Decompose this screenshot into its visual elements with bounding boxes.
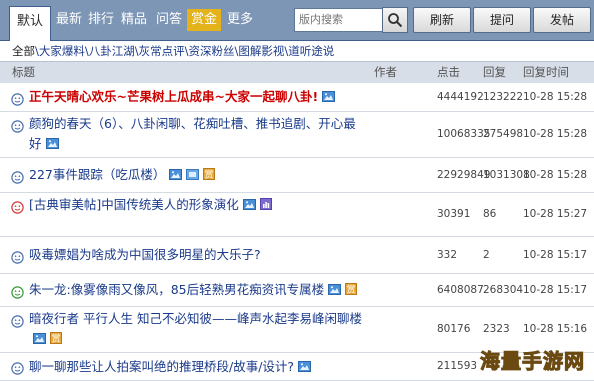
picture-icon <box>242 196 256 216</box>
search-icon <box>388 13 403 28</box>
smiley-icon <box>11 249 24 264</box>
click-count: 6408087 <box>437 284 484 296</box>
thread-title[interactable]: 227事件跟踪（吃瓜楼） 赏 <box>29 165 364 186</box>
reply-time: 10-28 15:17 <box>523 284 588 296</box>
category-all[interactable]: 全部 <box>12 44 35 58</box>
reply-time: 10-28 15:28 <box>523 169 588 181</box>
smiley-icon <box>11 284 24 299</box>
header-title: 标题 <box>12 65 35 79</box>
thread-title[interactable]: 暗夜行者 平行人生 知己不必知彼——峰声水起李易峰闲聊楼赏 <box>29 309 364 350</box>
thread-title[interactable]: [古典审美帖]中国传统美人的形象演化 <box>29 195 364 216</box>
reply-time: 10-28 15:28 <box>523 128 588 140</box>
search-button[interactable] <box>382 7 408 33</box>
watermark-logo: 海量手游网 <box>480 349 585 374</box>
reply-count: 268304 <box>483 284 524 296</box>
smiley-icon <box>11 118 24 133</box>
thread-title[interactable]: 正午天晴心欢乐~芒果树上瓜成串~大家一起聊八卦! <box>29 87 364 108</box>
table-row[interactable]: 正午天晴心欢乐~芒果树上瓜成串~大家一起聊八卦! 4444192 123222 10-… <box>0 83 594 112</box>
picture-icon <box>328 281 342 301</box>
smiley-icon <box>11 360 24 375</box>
reply-count: 86 <box>483 208 497 220</box>
chart-icon <box>259 196 272 216</box>
header-replies: 回复 <box>483 65 506 79</box>
reply-time: 10-28 15:17 <box>523 249 588 261</box>
thread-title-text: 吸毒嫖娼为啥成为中国很多明星的大乐子? <box>29 247 261 262</box>
svg-text:赏: 赏 <box>51 332 60 344</box>
header-clicks: 点击 <box>437 65 460 79</box>
category-item[interactable]: 八卦江湖 <box>89 44 135 58</box>
smiley-icon <box>11 313 24 328</box>
thread-title-text: 227事件跟踪（吃瓜楼） <box>29 167 166 182</box>
category-item[interactable]: 图解影视 <box>238 44 284 58</box>
thread-title-text: 聊一聊那些让人拍案叫绝的推理桥段/故事/设计? <box>29 359 295 374</box>
table-row[interactable]: 吸毒嫖娼为啥成为中国很多明星的大乐子? 332 2 10-28 15:17 <box>0 237 594 274</box>
thread-title-text: 朱一龙:像雾像雨又像风，85后轻熟男花痴资讯专属楼 <box>29 282 325 297</box>
reply-count: 2323 <box>483 323 510 335</box>
table-row[interactable]: [古典审美帖]中国传统美人的形象演化 30391 86 10-28 15:27 <box>0 193 594 237</box>
reply-time: 10-28 15:16 <box>523 323 588 335</box>
picture-icon <box>298 358 312 378</box>
click-count: 30391 <box>437 208 471 220</box>
thread-title[interactable]: 吸毒嫖娼为啥成为中国很多明星的大乐子? <box>29 245 364 265</box>
thread-title-text: [古典审美帖]中国传统美人的形象演化 <box>29 197 239 212</box>
category-item[interactable]: 资深粉丝 <box>189 44 235 58</box>
smiley-icon <box>11 199 24 214</box>
post-button[interactable]: 发帖 <box>533 7 591 33</box>
tab-default[interactable]: 默认 <box>9 6 52 41</box>
reply-count: 2 <box>483 249 490 261</box>
tab-latest[interactable]: 最新 <box>52 8 86 32</box>
ask-button[interactable]: 提问 <box>473 7 531 33</box>
tab-featured[interactable]: 精品 <box>117 8 151 32</box>
thread-title[interactable]: 朱一龙:像雾像雨又像风，85后轻熟男花痴资讯专属楼 赏 <box>29 280 364 301</box>
category-filter: 全部\大家爆料\八卦江湖\灰常点评\资深粉丝\图解影视\道听途说 <box>12 44 335 58</box>
header-reply-time: 回复时间 <box>523 65 569 79</box>
category-item[interactable]: 灰常点评 <box>139 44 185 58</box>
reward-icon: 赏 <box>345 281 358 301</box>
reply-time: 10-28 15:27 <box>523 208 588 220</box>
click-count: 4444192 <box>437 91 484 103</box>
search-input[interactable] <box>294 8 390 32</box>
attachment-icon <box>186 166 200 186</box>
table-row[interactable]: 朱一龙:像雾像雨又像风，85后轻熟男花痴资讯专属楼 赏 6408087 268304 1… <box>0 274 594 307</box>
thread-title-text: 暗夜行者 平行人生 知己不必知彼——峰声水起李易峰闲聊楼 <box>29 311 362 326</box>
picture-icon <box>45 135 59 155</box>
smiley-icon <box>11 169 24 184</box>
thread-title-text: 正午天晴心欢乐~芒果树上瓜成串~大家一起聊八卦! <box>29 89 319 104</box>
reply-count: 275498 <box>483 128 524 140</box>
table-row[interactable]: 颜狗的春天（6）、八卦闲聊、花痴吐槽、推书追剧、开心最好 10068335 2754… <box>0 112 594 158</box>
smiley-icon <box>11 91 24 106</box>
thread-title[interactable]: 聊一聊那些让人拍案叫绝的推理桥段/故事/设计? <box>29 357 364 378</box>
category-item[interactable]: 大家爆料 <box>39 44 85 58</box>
thread-title-text: 颜狗的春天（6）、八卦闲聊、花痴吐槽、推书追剧、开心最好 <box>29 116 356 151</box>
table-header: 标题 作者 点击 回复 回复时间 <box>0 61 594 84</box>
reply-count: 123222 <box>483 91 524 103</box>
svg-text:赏: 赏 <box>347 283 356 295</box>
picture-icon <box>169 166 183 186</box>
tab-bar: 默认 最新 排行 精品 问答 赏金 更多 刷新 提问 发帖 <box>0 0 594 41</box>
click-count: 332 <box>437 249 458 261</box>
refresh-button[interactable]: 刷新 <box>413 7 471 33</box>
reward-icon: 赏 <box>50 330 62 350</box>
thread-title[interactable]: 颜狗的春天（6）、八卦闲聊、花痴吐槽、推书追剧、开心最好 <box>29 114 364 155</box>
click-count: 80176 <box>437 323 471 335</box>
tab-more[interactable]: 更多 <box>223 8 257 32</box>
tab-qa[interactable]: 问答 <box>152 8 186 32</box>
svg-text:赏: 赏 <box>205 168 214 180</box>
table-row[interactable]: 227事件跟踪（吃瓜楼）赏 22929849 1031308 10-28 15:28 <box>0 158 594 193</box>
tab-bounty[interactable]: 赏金 <box>187 9 222 31</box>
reward-icon: 赏 <box>203 166 216 186</box>
reply-time: 10-28 15:28 <box>523 91 588 103</box>
category-item[interactable]: 道听途说 <box>288 44 334 58</box>
picture-icon <box>33 330 46 350</box>
click-count: 211593 <box>437 360 478 372</box>
header-author: 作者 <box>374 65 397 79</box>
tab-ranking[interactable]: 排行 <box>84 8 118 32</box>
picture-icon <box>322 88 336 108</box>
